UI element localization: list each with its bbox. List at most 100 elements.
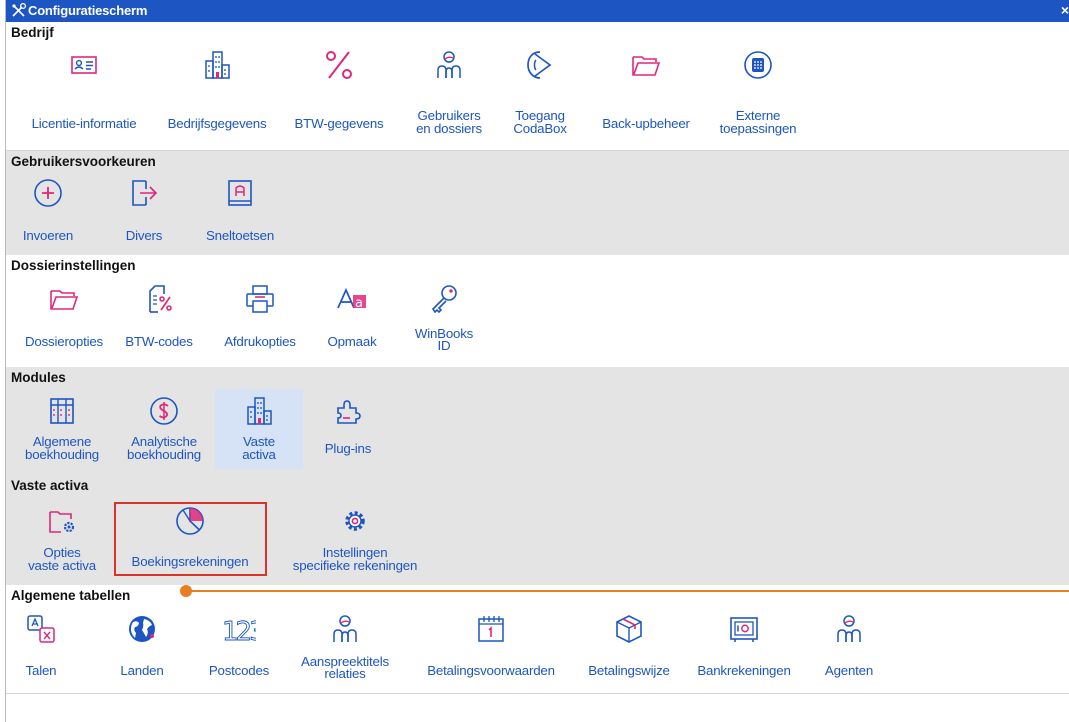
analytische-boekhouding-button[interactable]: Analytische boekhouding (116, 394, 212, 472)
puzzle-icon (337, 400, 361, 424)
label: Betalingswijze (588, 663, 670, 678)
bankrekeningen-button[interactable]: Bankrekeningen (686, 612, 802, 690)
printer-icon (246, 285, 274, 313)
users-icon (333, 615, 357, 642)
algemene-boekhouding-button[interactable]: Algemene boekhouding (14, 394, 110, 472)
label-line-2: toepassingen (719, 121, 797, 136)
percent-icon (326, 51, 352, 79)
section-title: Gebruikersvoorkeuren (11, 154, 156, 169)
annotation-line (190, 590, 1069, 592)
gear-icon (345, 511, 365, 531)
translate-icon (27, 615, 55, 643)
plus-circle-icon (34, 179, 62, 207)
label: Opmaak (327, 334, 377, 349)
opmaak-button[interactable]: a Opmaak (314, 282, 390, 354)
label: Dossieropties (25, 334, 103, 349)
label-line-2: ID (437, 338, 451, 353)
numbers-icon: 123 (222, 617, 256, 646)
afdrukopties-button[interactable]: Afdrukopties (210, 282, 310, 354)
folder-icon (50, 290, 79, 310)
betalingswijze-button[interactable]: Betalingswijze (576, 612, 682, 690)
sneltoetsen-button[interactable]: Sneltoetsen (196, 176, 284, 248)
tools-icon (12, 2, 27, 17)
window-title: Configuratiescherm (28, 3, 148, 18)
codabox-icon (527, 51, 552, 79)
label: Plug-ins (324, 441, 372, 456)
aanspreektitels-relaties-button[interactable]: Aanspreektitels relaties (286, 612, 404, 690)
apps-grid-icon (744, 51, 772, 79)
label-line-2: boekhouding (25, 447, 99, 462)
licentie-informatie-button[interactable]: Licentie-informatie (14, 48, 154, 138)
buildings-icon (205, 51, 230, 79)
label: Divers (125, 228, 163, 243)
externe-toepassingen-button[interactable]: Externe toepassingen (710, 48, 806, 148)
betalingsvoorwaarden-button[interactable]: Betalingsvoorwaarden (411, 612, 571, 690)
label: Landen (120, 663, 164, 678)
label: Back-upbeheer (602, 116, 690, 131)
section-title: Dossierinstellingen (11, 258, 136, 273)
folder-gear-icon (49, 511, 75, 533)
label-line-2: relaties (324, 666, 366, 681)
svg-text:a: a (355, 296, 363, 311)
instellingen-specifieke-rekeningen-button[interactable]: Instellingen specifieke rekeningen (280, 504, 430, 582)
title-bar: Configuratiescherm × (6, 0, 1069, 22)
back-upbeheer-button[interactable]: Back-upbeheer (590, 48, 702, 138)
label: Bankrekeningen (697, 663, 791, 678)
configuration-window: Configuratiescherm × Bedrijf Gebruikersv… (5, 0, 1069, 722)
section-title: Algemene tabellen (11, 588, 131, 603)
section-title: Vaste activa (11, 478, 89, 493)
section-title: Bedrijf (11, 25, 54, 40)
btw-gegevens-button[interactable]: BTW-gegevens (282, 48, 396, 138)
label: Talen (25, 663, 57, 678)
gebruikers-en-dossiers-button[interactable]: Gebruikers en dossiers (406, 48, 492, 148)
label: Postcodes (208, 663, 270, 678)
bedrijfsgegevens-button[interactable]: Bedrijfsgegevens (156, 48, 278, 138)
vat-document-icon (149, 285, 172, 313)
divers-button[interactable]: Divers (114, 176, 174, 248)
id-card-icon (71, 56, 97, 74)
label: BTW-gegevens (294, 116, 384, 131)
folder-icon (632, 56, 661, 76)
label: Licentie-informatie (31, 116, 137, 131)
winbooks-id-button[interactable]: WinBooks ID (406, 282, 482, 366)
export-icon (132, 180, 158, 206)
agenten-button[interactable]: Agenten (814, 612, 884, 690)
opties-vaste-activa-button[interactable]: Opties vaste activa (14, 504, 110, 582)
label: Agenten (824, 663, 874, 678)
label: Betalingsvoorwaarden (427, 663, 555, 678)
label-line-2: boekhouding (127, 447, 201, 462)
label: Afdrukopties (224, 334, 296, 349)
users-icon (437, 51, 461, 78)
invoeren-button[interactable]: Invoeren (14, 176, 82, 248)
users-icon (837, 615, 861, 642)
font-icon: a (337, 287, 366, 311)
close-icon[interactable]: × (1061, 2, 1069, 18)
calendar-icon (478, 616, 504, 642)
postcodes-button[interactable]: 123 Postcodes (200, 612, 278, 690)
key-icon (431, 285, 457, 314)
section-title: Modules (11, 370, 66, 385)
landen-button[interactable]: Landen (112, 612, 172, 690)
box-icon (616, 615, 642, 643)
label: Invoeren (22, 228, 74, 243)
label-line-2: vaste activa (28, 558, 96, 573)
label-line-2: en dossiers (416, 121, 482, 136)
svg-text:123: 123 (222, 617, 256, 646)
globe-icon (129, 616, 155, 642)
label: BTW-codes (125, 334, 193, 349)
plug-ins-button[interactable]: Plug-ins (310, 394, 386, 472)
vaste-activa-module-button[interactable]: Vaste activa (217, 394, 301, 472)
talen-button[interactable]: Talen (14, 612, 68, 690)
label: Sneltoetsen (205, 228, 275, 243)
btw-codes-button[interactable]: BTW-codes (118, 282, 200, 354)
label-line-2: activa (242, 447, 276, 462)
ledger-icon (50, 398, 74, 424)
safe-icon (730, 617, 758, 642)
buildings-icon (247, 397, 272, 425)
divider (6, 693, 1069, 694)
label-line-2: specifieke rekeningen (292, 558, 418, 573)
highlight-box (114, 502, 267, 576)
dossieropties-button[interactable]: Dossieropties (14, 282, 114, 354)
dollar-circle-icon (150, 397, 178, 425)
toegang-codabox-button[interactable]: Toegang CodaBox (504, 48, 576, 148)
